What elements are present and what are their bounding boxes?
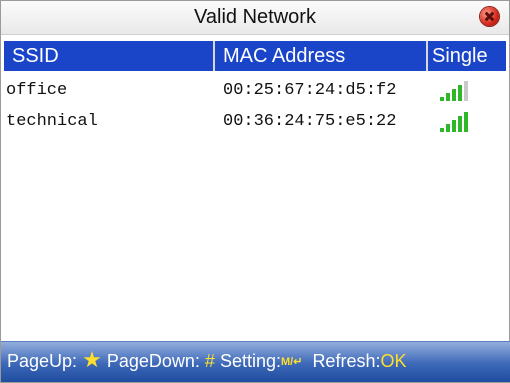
column-header-mac: MAC Address — [223, 45, 346, 67]
close-icon[interactable] — [480, 7, 499, 26]
signal-bar — [452, 89, 456, 101]
signal-bar — [440, 97, 444, 101]
valid-network-window: Valid Network SSID MAC Address Single of… — [0, 0, 510, 383]
key-hint-bar: PageUp: ★ PageDown: # Setting:M/↵ Refres… — [1, 341, 510, 382]
signal-strength-icon — [440, 112, 470, 132]
mac-cell: 00:36:24:75:e5:22 — [223, 112, 397, 131]
mac-cell: 00:25:67:24:d5:f2 — [223, 81, 397, 100]
pageup-label: PageUp: — [7, 351, 78, 371]
column-divider — [426, 41, 428, 71]
table-header: SSID MAC Address Single — [4, 41, 506, 71]
network-row-technical[interactable]: technical 00:36:24:75:e5:22 — [4, 108, 506, 136]
refresh-label: Refresh: — [312, 351, 381, 371]
hash-key-icon[interactable]: # — [205, 351, 215, 371]
star-key-icon[interactable]: ★ — [82, 347, 102, 372]
signal-bar — [446, 93, 450, 101]
signal-bar — [458, 116, 462, 132]
ssid-cell: technical — [6, 112, 98, 131]
window-title: Valid Network — [194, 6, 316, 28]
column-divider — [213, 41, 215, 71]
title-bar: Valid Network — [1, 1, 509, 35]
ssid-cell: office — [6, 81, 68, 100]
column-header-signal: Single — [432, 45, 488, 67]
signal-bar — [464, 81, 468, 101]
network-row-office[interactable]: office 00:25:67:24:d5:f2 — [4, 77, 506, 105]
menu-enter-key-icon[interactable]: M/↵ — [281, 355, 302, 368]
signal-bar — [458, 85, 462, 101]
signal-bar — [464, 112, 468, 132]
signal-bar — [452, 120, 456, 132]
pagedown-label: PageDown: — [106, 351, 200, 371]
ok-key[interactable]: OK — [380, 351, 406, 371]
key-hints: PageUp: ★ PageDown: # Setting:M/↵ Refres… — [7, 349, 507, 372]
signal-strength-icon — [440, 81, 470, 101]
column-header-ssid: SSID — [12, 45, 59, 67]
setting-label: Setting: — [219, 351, 281, 371]
signal-bar — [446, 124, 450, 132]
signal-bar — [440, 128, 444, 132]
